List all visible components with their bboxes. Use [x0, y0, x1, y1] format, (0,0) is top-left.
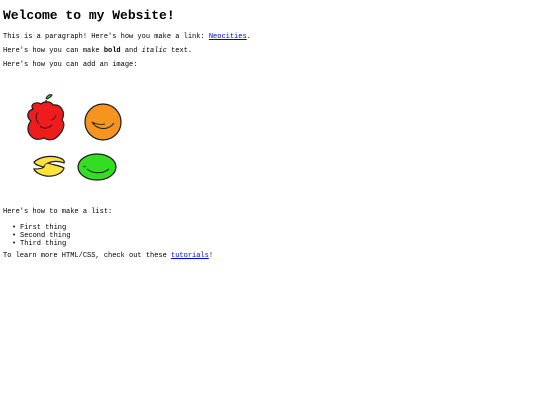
- italic-word: italic: [141, 47, 167, 55]
- paragraph-tutorial-end: !: [208, 252, 214, 260]
- paragraph-link-text: This is a paragraph! Here's how you make…: [3, 33, 209, 41]
- orange-icon: [84, 103, 122, 141]
- page-title: Welcome to my Website!: [3, 8, 175, 23]
- list-item: • First thing: [12, 224, 70, 232]
- bold-text-middle: and: [120, 47, 142, 55]
- neocities-link[interactable]: Neocities: [209, 33, 247, 41]
- paragraph-bold-italic: Here's how you can make bold and italic …: [3, 47, 192, 56]
- lime-icon: [77, 153, 117, 181]
- banana-icon: [33, 155, 65, 177]
- bold-word: bold: [103, 47, 121, 55]
- bullet-icon: •: [12, 240, 17, 248]
- tutorials-link[interactable]: tutorials: [171, 252, 209, 260]
- fruit-image: [15, 92, 137, 188]
- bullet-list: • First thing • Second thing • Third thing: [12, 224, 70, 248]
- paragraph-tutorial: To learn more HTML/CSS, check out these …: [3, 252, 213, 261]
- list-item-label: First thing: [20, 224, 67, 232]
- bold-text-end: text.: [166, 47, 193, 55]
- list-item: • Third thing: [12, 240, 70, 248]
- paragraph-link-end: .: [246, 33, 251, 41]
- bold-text-before: Here's how you can make: [3, 47, 104, 55]
- list-item-label: Third thing: [20, 240, 67, 248]
- apple-icon: [27, 94, 65, 141]
- paragraph-image: Here's how you can add an image:: [3, 61, 138, 69]
- paragraph-list: Here's how to make a list:: [3, 208, 113, 216]
- paragraph-link: This is a paragraph! Here's how you make…: [3, 33, 251, 42]
- bullet-icon: •: [12, 232, 17, 240]
- bullet-icon: •: [12, 224, 17, 232]
- fruit-image-svg: [27, 94, 122, 181]
- list-item-label: Second thing: [20, 232, 71, 240]
- paragraph-tutorial-text: To learn more HTML/CSS, check out these: [3, 252, 172, 260]
- list-item: • Second thing: [12, 232, 70, 240]
